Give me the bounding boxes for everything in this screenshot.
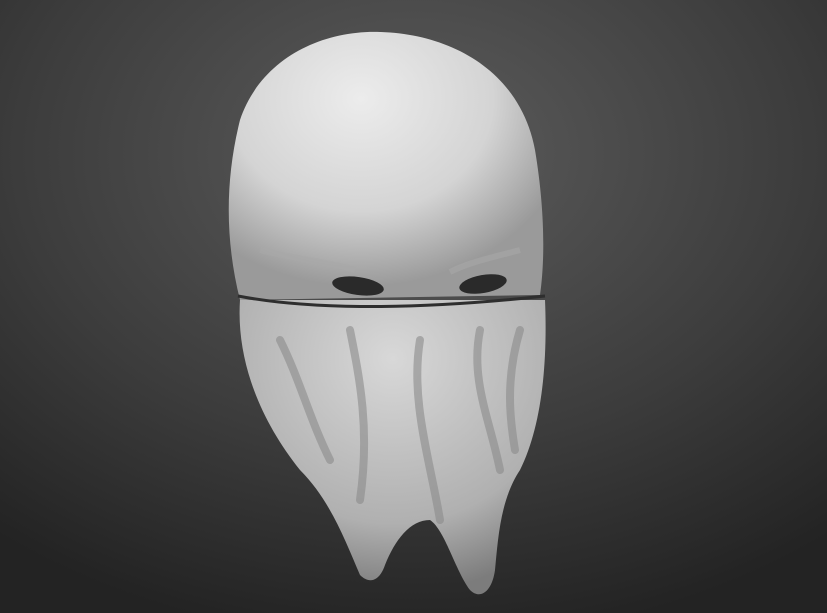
render-canvas (0, 0, 827, 613)
render-viewport[interactable] (0, 0, 827, 613)
